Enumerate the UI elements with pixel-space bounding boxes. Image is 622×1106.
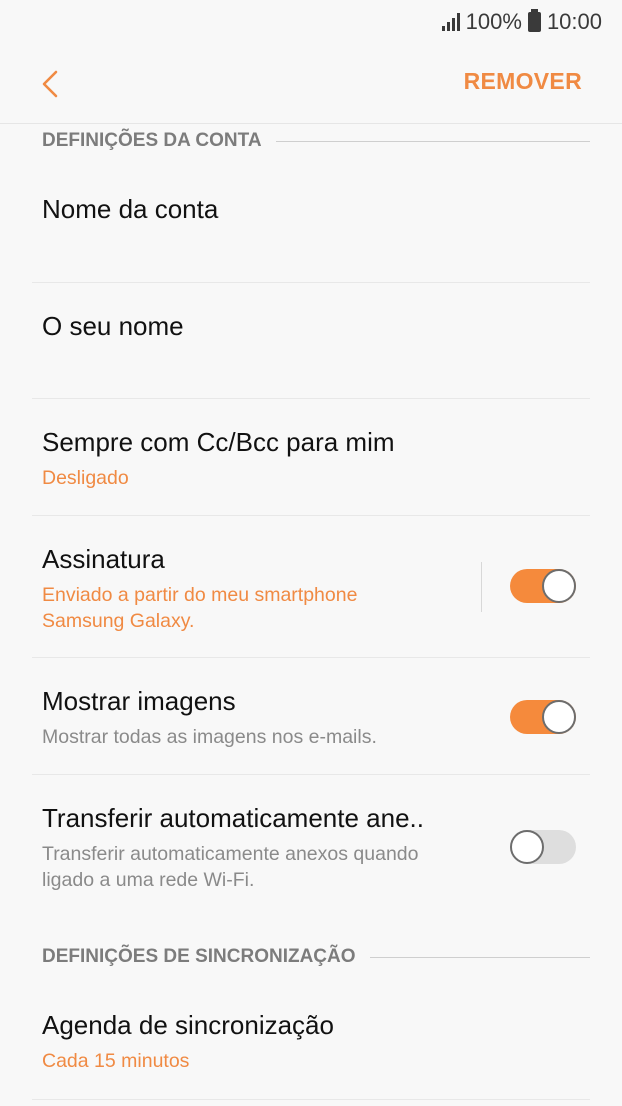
section-header-account: DEFINIÇÕES DA CONTA bbox=[42, 130, 590, 152]
auto-download-desc-line2: ligado a uma rede Wi-Fi. bbox=[42, 869, 255, 891]
auto-download-item[interactable]: Transferir automaticamente ane.. Transfe… bbox=[32, 775, 590, 918]
signature-toggle[interactable] bbox=[510, 569, 576, 603]
back-button[interactable] bbox=[28, 62, 72, 106]
sync-schedule-title: Agenda de sincronização bbox=[42, 1010, 334, 1040]
toggle-knob bbox=[510, 830, 544, 864]
toggle-knob bbox=[542, 700, 576, 734]
section-divider bbox=[369, 956, 590, 958]
signature-divider bbox=[481, 562, 482, 612]
chevron-left-icon bbox=[42, 70, 58, 98]
status-bar: 100% 10:00 bbox=[0, 0, 622, 44]
signature-title: Assinatura bbox=[42, 544, 165, 574]
section-divider bbox=[275, 140, 590, 142]
sync-schedule-item[interactable]: Agenda de sincronização Cada 15 minutos bbox=[32, 982, 590, 1100]
sync-schedule-value: Cada 15 minutos bbox=[42, 1050, 190, 1072]
section-header-sync-label: DEFINIÇÕES DE SINCRONIZAÇÃO bbox=[42, 946, 356, 967]
cc-bcc-value: Desligado bbox=[42, 467, 129, 489]
auto-download-title: Transferir automaticamente ane.. bbox=[42, 803, 424, 833]
auto-download-desc-line1: Transferir automaticamente anexos quando bbox=[42, 843, 419, 865]
signature-value-line1: Enviado a partir do meu smartphone bbox=[42, 584, 358, 606]
show-images-title: Mostrar imagens bbox=[42, 686, 236, 716]
signature-value-line2: Samsung Galaxy. bbox=[42, 610, 195, 632]
account-name-item[interactable]: Nome da conta bbox=[32, 164, 590, 283]
toggle-knob bbox=[542, 569, 576, 603]
account-name-title: Nome da conta bbox=[42, 194, 219, 224]
battery-icon bbox=[527, 9, 541, 32]
signal-icon bbox=[441, 13, 460, 31]
cc-bcc-item[interactable]: Sempre com Cc/Bcc para mim Desligado bbox=[32, 399, 590, 516]
remove-button[interactable]: REMOVER bbox=[464, 68, 582, 95]
section-header-sync: DEFINIÇÕES DE SINCRONIZAÇÃO bbox=[42, 946, 590, 968]
section-header-account-label: DEFINIÇÕES DA CONTA bbox=[42, 130, 262, 151]
show-images-item[interactable]: Mostrar imagens Mostrar todas as imagens… bbox=[32, 658, 590, 775]
auto-download-toggle[interactable] bbox=[510, 830, 576, 864]
clock: 10:00 bbox=[546, 9, 602, 34]
app-bar: REMOVER bbox=[0, 44, 622, 124]
show-images-toggle[interactable] bbox=[510, 700, 576, 734]
cc-bcc-title: Sempre com Cc/Bcc para mim bbox=[42, 427, 395, 457]
signature-item[interactable]: Assinatura Enviado a partir do meu smart… bbox=[32, 516, 590, 658]
your-name-title: O seu nome bbox=[42, 311, 184, 341]
battery-percent: 100% bbox=[465, 9, 522, 34]
show-images-desc: Mostrar todas as imagens nos e-mails. bbox=[42, 726, 377, 748]
your-name-item[interactable]: O seu nome bbox=[32, 283, 590, 399]
